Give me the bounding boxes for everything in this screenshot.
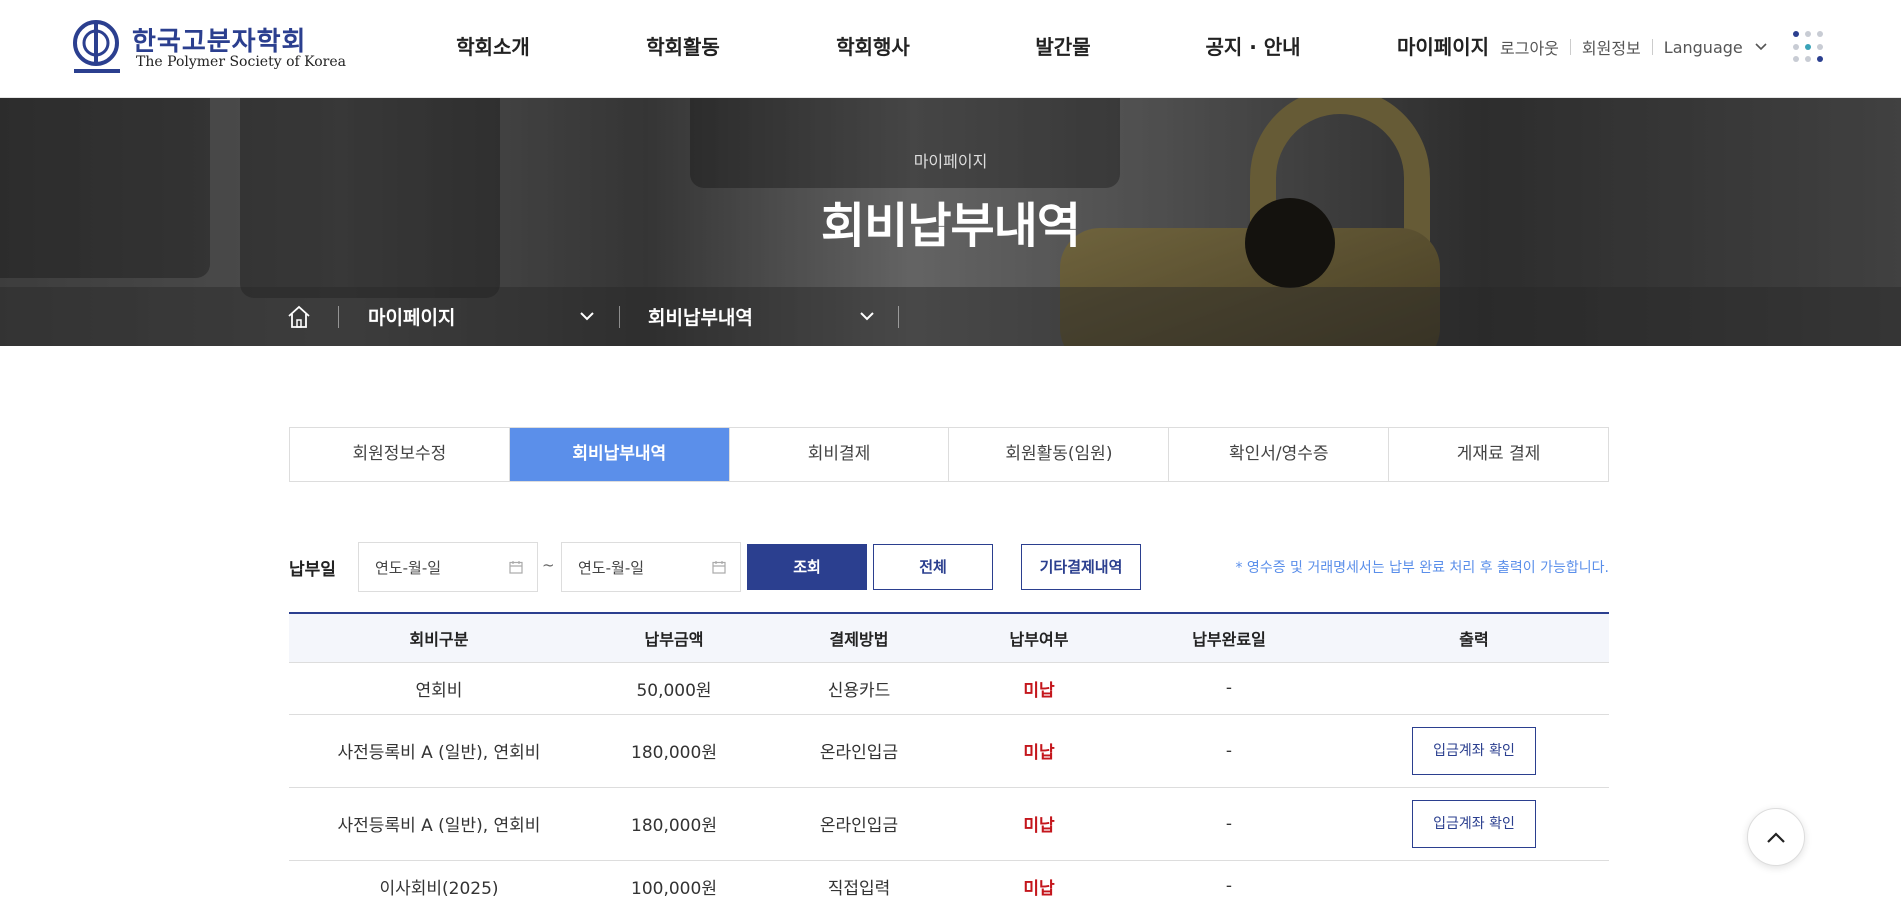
check-deposit-account-button[interactable]: 입금계좌 확인 xyxy=(1412,726,1536,775)
chevron-down-icon xyxy=(860,312,874,321)
nav-item-activities[interactable]: 학회활동 xyxy=(588,0,778,98)
amount-cell: 50,000원 xyxy=(589,662,759,715)
completed-date-cell: - xyxy=(1119,860,1339,905)
table-row: 이사회비(2025) 100,000원 직접입력 미납 - xyxy=(289,860,1609,905)
column-header: 회비구분 xyxy=(289,613,589,663)
end-date-placeholder: 연도-월-일 xyxy=(578,558,645,577)
tab-fee-history[interactable]: 회비납부내역 xyxy=(509,428,730,481)
output-cell xyxy=(1339,860,1609,905)
page-title: 회비납부내역 xyxy=(821,198,1081,254)
fee-type-cell: 사전등록비 A (일반), 연회비 xyxy=(289,714,589,788)
scroll-top-button[interactable] xyxy=(1747,808,1805,866)
language-select[interactable]: Language xyxy=(1664,38,1767,57)
completed-date-cell: - xyxy=(1119,662,1339,715)
start-date-placeholder: 연도-월-일 xyxy=(375,558,442,577)
method-cell: 온라인입금 xyxy=(759,787,959,861)
breadcrumb-divider xyxy=(338,306,339,328)
fee-history-table: 회비구분 납부금액 결제방법 납부여부 납부완료일 출력 연회비 50,000원… xyxy=(289,612,1609,905)
receipt-notice: * 영수증 및 거래명세서는 납부 완료 처리 후 출력이 가능합니다. xyxy=(1235,560,1609,576)
breadcrumb-depth1-label: 마이페이지 xyxy=(368,307,456,329)
table-row: 사전등록비 A (일반), 연회비 180,000원 온라인입금 미납 - 입금… xyxy=(289,714,1609,788)
check-deposit-account-button[interactable]: 입금계좌 확인 xyxy=(1412,799,1536,848)
breadcrumb-depth2-label: 회비납부내역 xyxy=(648,307,753,329)
breadcrumb: 마이페이지 회비납부내역 xyxy=(0,287,1901,346)
chevron-down-icon xyxy=(580,312,594,321)
nav-item-events[interactable]: 학회행사 xyxy=(778,0,968,98)
member-info-link[interactable]: 회원정보 xyxy=(1582,35,1641,59)
page-visual: 마이페이지 회비납부내역 마이페이지 회비납부내역 xyxy=(0,98,1901,346)
nav-item-about[interactable]: 학회소개 xyxy=(398,0,588,98)
table-header-row: 회비구분 납부금액 결제방법 납부여부 납부완료일 출력 xyxy=(289,613,1609,663)
view-all-button[interactable]: 전체 xyxy=(873,544,993,590)
visual-subtitle: 마이페이지 xyxy=(913,152,988,171)
calendar-icon xyxy=(712,561,726,574)
date-range-separator: ~ xyxy=(542,556,555,574)
language-label: Language xyxy=(1663,37,1743,57)
amount-cell: 180,000원 xyxy=(589,714,759,788)
search-bar: 납부일 연도-월-일 ~ 연도-월-일 조회 전체 기타결제내역 * 영수증 및… xyxy=(289,542,1609,592)
column-header: 납부여부 xyxy=(959,613,1119,663)
chevron-up-icon xyxy=(1767,831,1785,843)
nav-item-notice[interactable]: 공지 · 안내 xyxy=(1158,0,1348,98)
grid-dots-icon[interactable] xyxy=(1792,30,1826,64)
site-logo[interactable]: 한국고분자학회 The Polymer Society of Korea xyxy=(72,19,346,75)
status-cell: 미납 xyxy=(959,714,1119,788)
mypage-tabs: 회원정보수정 회비납부내역 회비결제 회원활동(임원) 확인서/영수증 게재료 … xyxy=(289,427,1609,482)
tab-edit-member-info[interactable]: 회원정보수정 xyxy=(290,428,510,481)
util-menu: 로그아웃 회원정보 Language xyxy=(1500,0,1767,94)
table-row: 연회비 50,000원 신용카드 미납 - xyxy=(289,662,1609,715)
calendar-icon xyxy=(509,561,523,574)
breadcrumb-depth1-select[interactable]: 마이페이지 xyxy=(368,287,594,346)
site-header: 한국고분자학회 The Polymer Society of Korea 학회소… xyxy=(0,0,1901,98)
amount-cell: 180,000원 xyxy=(589,787,759,861)
amount-cell: 100,000원 xyxy=(589,860,759,905)
util-divider xyxy=(1569,39,1571,55)
method-cell: 신용카드 xyxy=(759,662,959,715)
logout-link[interactable]: 로그아웃 xyxy=(1500,35,1559,59)
breadcrumb-divider xyxy=(898,306,899,328)
tab-certificate-receipt[interactable]: 확인서/영수증 xyxy=(1169,428,1390,481)
tab-fee-payment[interactable]: 회비결제 xyxy=(730,428,950,481)
main-nav: 학회소개 학회활동 학회행사 발간물 공지 · 안내 마이페이지 xyxy=(398,0,1538,98)
chevron-down-icon xyxy=(1755,43,1767,51)
other-payments-button[interactable]: 기타결제내역 xyxy=(1021,544,1141,590)
column-header: 납부완료일 xyxy=(1119,613,1339,663)
status-cell: 미납 xyxy=(959,787,1119,861)
payment-date-label: 납부일 xyxy=(289,560,336,580)
fee-type-cell: 이사회비(2025) xyxy=(289,860,589,905)
column-header: 납부금액 xyxy=(589,613,759,663)
util-divider xyxy=(1651,39,1653,55)
fee-type-cell: 연회비 xyxy=(289,662,589,715)
fee-type-cell: 사전등록비 A (일반), 연회비 xyxy=(289,787,589,861)
logo-emblem-icon xyxy=(73,20,120,73)
logo-title-kr: 한국고분자학회 xyxy=(132,27,307,57)
tab-publication-fee[interactable]: 게재료 결제 xyxy=(1389,428,1608,481)
status-cell: 미납 xyxy=(959,860,1119,905)
table-row: 사전등록비 A (일반), 연회비 180,000원 온라인입금 미납 - 입금… xyxy=(289,787,1609,861)
output-cell: 입금계좌 확인 xyxy=(1339,787,1609,861)
breadcrumb-depth2-select[interactable]: 회비납부내역 xyxy=(648,287,874,346)
search-button[interactable]: 조회 xyxy=(747,544,867,590)
logo-title-en: The Polymer Society of Korea xyxy=(136,54,346,70)
home-icon[interactable] xyxy=(286,304,312,330)
breadcrumb-divider xyxy=(619,306,620,328)
nav-item-publications[interactable]: 발간물 xyxy=(968,0,1158,98)
start-date-input[interactable]: 연도-월-일 xyxy=(358,542,538,592)
tab-member-activity[interactable]: 회원활동(임원) xyxy=(949,428,1170,481)
completed-date-cell: - xyxy=(1119,787,1339,861)
output-cell xyxy=(1339,662,1609,715)
output-cell: 입금계좌 확인 xyxy=(1339,714,1609,788)
method-cell: 직접입력 xyxy=(759,860,959,905)
completed-date-cell: - xyxy=(1119,714,1339,788)
end-date-input[interactable]: 연도-월-일 xyxy=(561,542,741,592)
column-header: 결제방법 xyxy=(759,613,959,663)
column-header: 출력 xyxy=(1339,613,1609,663)
status-cell: 미납 xyxy=(959,662,1119,715)
method-cell: 온라인입금 xyxy=(759,714,959,788)
